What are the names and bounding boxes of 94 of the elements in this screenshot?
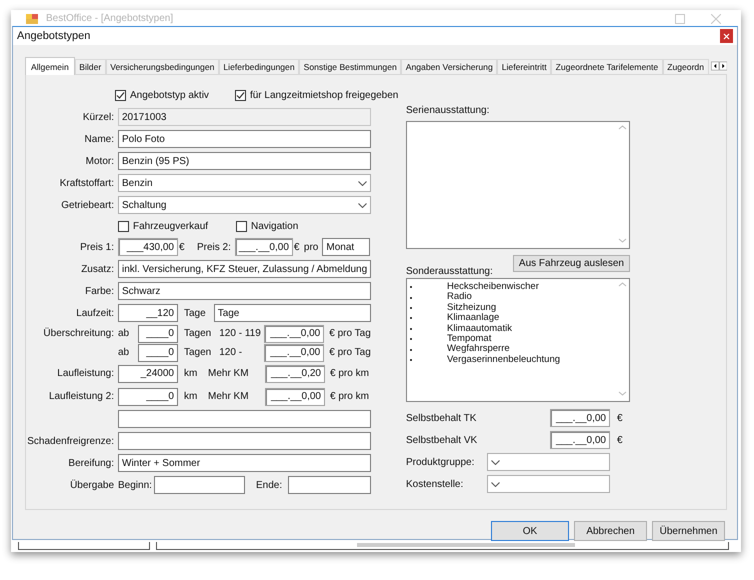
text-area[interactable]: Heckscheibenwischer Radio Sitzheizung Klimaanlage Klimaautomatik Tempomat Wegfahrsperre Vergaserinnenbeleuchtung	[406, 278, 630, 402]
checkbox-label: Angebotstyp aktiv	[130, 90, 209, 100]
field-label: Selbstbehalt VK	[406, 434, 478, 446]
unit-label: € pro km	[330, 391, 369, 402]
field-label: Farbe:	[85, 286, 114, 296]
unit-label: Tagen	[184, 347, 212, 358]
field-label: Beginn:	[118, 480, 153, 490]
tab[interactable]: Sonstige Bestimmungen	[299, 59, 402, 74]
field-label: Mehr KM	[208, 368, 250, 379]
price-field[interactable]: ___.__0,00	[264, 344, 324, 362]
currency-label: €	[617, 434, 623, 446]
checkbox-label: Fahrzeugverkauf	[133, 220, 208, 232]
checkbox-label: Navigation	[251, 220, 298, 232]
price-field[interactable]: ___430,00	[118, 238, 178, 256]
list-item: Sitzheizung	[447, 302, 496, 313]
list-item: Klimaanlage	[447, 313, 500, 324]
mileage-field[interactable]: _24000	[118, 364, 178, 382]
field-label: Sonderausstattung:	[406, 266, 493, 277]
price-field[interactable]: ___.__0,00	[234, 238, 293, 256]
field-label: Serienausstattung:	[406, 105, 490, 116]
tab[interactable]: Allgemein	[25, 57, 75, 75]
currency-label: €	[617, 412, 623, 424]
field-label: Preis 1:	[80, 242, 114, 252]
window-title: BestOffice - [Angebotstypen]	[46, 13, 174, 24]
list-item: Wegfahrsperre	[447, 344, 510, 355]
currency-label: €	[179, 242, 183, 252]
unit-label: km	[184, 368, 198, 379]
days-field[interactable]: ____0	[138, 324, 178, 342]
currency-label: €	[294, 242, 298, 252]
field-label: Überschreitung:	[43, 328, 114, 339]
price-field[interactable]: ___.__0,20	[265, 364, 325, 382]
field-label: Kostenstelle:	[406, 478, 464, 490]
read-from-vehicle-button[interactable]: Aus Fahrzeug auslesen	[512, 255, 630, 272]
field-label: Kraftstoffart:	[60, 178, 114, 188]
input-field[interactable]: inkl. Versicherung, KFZ Steuer, Zulassung / Abmeldung	[118, 260, 371, 278]
field-label: Mehr KM	[208, 391, 250, 402]
tab[interactable]: Versicherungsbedingungen	[106, 59, 219, 74]
period-field[interactable]: Monat	[322, 238, 370, 256]
range-label: 120 -	[219, 347, 244, 358]
field-label: Übergabe	[70, 480, 114, 490]
input-field[interactable]: Winter + Sommer	[118, 454, 371, 472]
unit-label: € pro Tag	[329, 347, 371, 358]
days-field[interactable]: ____0	[138, 344, 178, 362]
field-label: Kürzel:	[82, 112, 114, 122]
tab[interactable]: Lieferbedingungen	[218, 59, 300, 74]
unit-label: € pro km	[330, 368, 369, 379]
amount-field[interactable]: ___.__0,00	[550, 431, 610, 449]
amount-field[interactable]: ___.__0,00	[550, 409, 610, 427]
input-field[interactable]: Polo Foto	[118, 130, 371, 148]
dialog-title: Angebotstypen	[17, 30, 90, 42]
tab[interactable]: Zugeordn	[662, 59, 708, 74]
dropdown[interactable]: Benzin	[118, 174, 371, 192]
list-item: Tempomat	[447, 334, 492, 344]
input-field[interactable]: Benzin (95 PS)	[118, 152, 371, 170]
dialog-button[interactable]: OK	[491, 521, 569, 541]
mileage-field[interactable]: ____0	[118, 388, 178, 406]
unit-label: Tagen	[184, 328, 212, 339]
field-label: Getriebeart:	[61, 200, 114, 210]
list-item: Klimaautomatik	[447, 324, 512, 334]
field-label: Bereifung:	[68, 458, 114, 468]
price-field[interactable]: ___.__0,00	[265, 388, 325, 406]
field-label: Laufzeit:	[76, 308, 114, 318]
tab[interactable]: Zugeordnete Tarifelemente	[551, 59, 663, 74]
field-label: Name:	[84, 134, 114, 144]
tab[interactable]: Angaben Versicherung	[401, 59, 498, 74]
field-label: Schadenfreigrenze:	[27, 436, 114, 446]
field-label: Motor:	[86, 156, 114, 166]
dialog-button[interactable]: Übernehmen	[652, 521, 725, 541]
range-label: 120 - 119	[219, 328, 262, 339]
unit-label: km	[184, 391, 198, 402]
unit-label: pro	[304, 242, 318, 252]
list-item: Radio	[447, 292, 472, 303]
dialog-button[interactable]: Abbrechen	[574, 521, 647, 541]
dropdown[interactable]: Schaltung	[118, 196, 371, 214]
checkbox-label: für Langzeitmietshop freigegeben	[250, 90, 398, 100]
input-field[interactable]: Schwarz	[118, 282, 371, 300]
duration-field[interactable]: __120	[118, 304, 178, 322]
unit-label: Tage	[184, 308, 206, 318]
price-field[interactable]: ___.__0,00	[264, 324, 324, 342]
field-label: ab	[118, 328, 130, 339]
field-label: Selbstbehalt TK	[406, 412, 478, 424]
tab[interactable]: Liefereintritt	[497, 59, 552, 74]
list-item: Vergaserinnenbeleuchtung	[447, 354, 560, 366]
unit-label: € pro Tag	[329, 328, 371, 339]
field-label: ab	[118, 347, 130, 358]
list-item: Heckscheibenwischer	[447, 282, 539, 292]
field-label: Produktgruppe:	[406, 456, 476, 468]
field-label: Ende:	[256, 480, 282, 490]
field-label: Laufleistung 2:	[48, 391, 114, 402]
field-label: Laufleistung:	[57, 368, 114, 379]
field-label: Preis 2:	[197, 242, 231, 252]
tab[interactable]: Bilder	[74, 59, 106, 74]
field-label: Zusatz:	[81, 264, 114, 274]
input-field[interactable]: Tage	[214, 304, 371, 322]
